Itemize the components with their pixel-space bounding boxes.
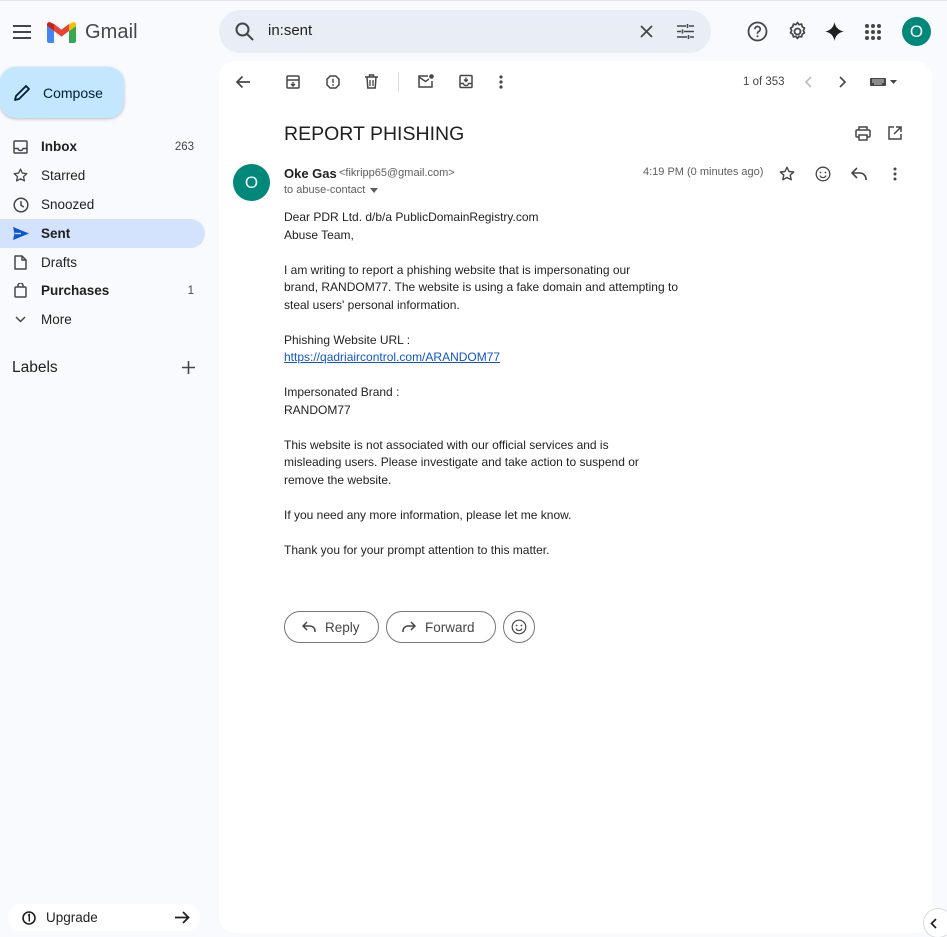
labels-heading: Labels xyxy=(12,359,58,376)
settings-gear-icon[interactable] xyxy=(787,21,808,42)
back-arrow-icon[interactable] xyxy=(235,75,250,89)
move-to-icon[interactable] xyxy=(459,74,473,89)
top-border xyxy=(0,0,947,3)
gmail-logo-icon[interactable] xyxy=(47,22,76,43)
report-spam-icon[interactable] xyxy=(326,75,340,89)
phishing-url-link[interactable]: https://qadriaircontrol.com/ARANDOM77 xyxy=(284,350,500,364)
reply-label: Reply xyxy=(325,619,360,635)
recipient-dropdown-icon[interactable] xyxy=(370,187,379,193)
recipient-text: to abuse-contact xyxy=(284,184,366,196)
body-line: misleading users. Please investigate and… xyxy=(284,455,639,469)
sidebar-item-label: Inbox xyxy=(41,139,77,154)
body-line: Dear PDR Ltd. d/b/a PublicDomainRegistry… xyxy=(284,210,539,224)
reply-icon[interactable] xyxy=(851,167,867,181)
sidebar-item-sent[interactable]: Sent xyxy=(0,219,205,248)
sidebar-item-inbox[interactable]: Inbox 263 xyxy=(0,132,205,161)
body-line: remove the website. xyxy=(284,472,392,487)
star-icon xyxy=(0,168,41,183)
inbox-icon xyxy=(0,139,41,154)
sidebar-item-label: Snoozed xyxy=(41,197,95,212)
search-input[interactable]: in:sent xyxy=(268,22,312,39)
sidebar-item-count: 1 xyxy=(187,284,194,297)
body-line: I am writing to report a phishing websit… xyxy=(284,262,631,277)
newer-chevron-left-icon[interactable] xyxy=(804,76,812,88)
body-line: steal users' personal information. xyxy=(284,297,460,312)
upgrade-label: Upgrade xyxy=(46,910,98,925)
sender-email: <fikripp65@gmail.com> xyxy=(339,167,455,179)
send-icon xyxy=(0,227,41,240)
emoji-smile-icon xyxy=(511,619,527,635)
arrow-right-icon xyxy=(175,911,190,924)
search-options-icon[interactable] xyxy=(677,23,694,40)
emoji-reaction-button[interactable] xyxy=(503,611,535,643)
compose-button[interactable]: Compose xyxy=(0,67,124,118)
upgrade-badge-icon xyxy=(22,910,36,925)
side-panel-toggle[interactable] xyxy=(923,908,947,937)
reply-button[interactable]: Reply xyxy=(284,611,379,643)
reply-arrow-icon xyxy=(302,621,316,633)
forward-label: Forward xyxy=(425,619,475,635)
draft-icon xyxy=(0,255,41,270)
pager-count: 1 of 353 xyxy=(743,76,785,88)
email-body: Dear PDR Ltd. d/b/a PublicDomainRegistry… xyxy=(284,209,704,559)
clear-search-icon[interactable] xyxy=(640,25,653,38)
email-timestamp: 4:19 PM (0 minutes ago) xyxy=(643,166,764,178)
clock-icon xyxy=(0,196,41,213)
sidebar-item-snoozed[interactable]: Snoozed xyxy=(0,190,205,219)
open-new-window-icon[interactable] xyxy=(888,126,902,140)
main-menu-icon[interactable] xyxy=(8,18,36,46)
gemini-sparkle-icon[interactable] xyxy=(825,22,844,41)
chevron-down-icon xyxy=(0,316,41,323)
sidebar-item-label: Starred xyxy=(41,168,86,183)
message-more-vert-icon[interactable] xyxy=(893,167,897,181)
compose-label: Compose xyxy=(43,84,103,101)
sidebar-item-label: Purchases xyxy=(41,283,110,298)
emoji-react-icon[interactable] xyxy=(815,166,831,182)
account-avatar[interactable]: O xyxy=(902,17,931,46)
gmail-wordmark: Gmail xyxy=(85,21,138,43)
print-icon[interactable] xyxy=(855,126,871,141)
upgrade-button[interactable]: Upgrade xyxy=(8,904,200,931)
sender-name[interactable]: Oke Gas xyxy=(284,166,337,181)
sidebar-item-label: More xyxy=(41,312,72,327)
chevron-left-icon xyxy=(929,917,937,929)
sidebar-item-purchases[interactable]: Purchases 1 xyxy=(0,276,205,305)
delete-trash-icon[interactable] xyxy=(365,74,378,89)
help-icon[interactable] xyxy=(747,21,768,42)
mark-unread-icon[interactable] xyxy=(418,74,434,88)
star-icon[interactable] xyxy=(779,166,795,182)
sidebar-item-count: 263 xyxy=(174,140,194,153)
search-icon[interactable] xyxy=(235,22,254,41)
apps-grid-icon[interactable] xyxy=(865,24,881,40)
sidebar-item-starred[interactable]: Starred xyxy=(0,161,205,190)
sidebar-item-drafts[interactable]: Drafts xyxy=(0,248,205,277)
more-vert-icon[interactable] xyxy=(499,75,503,89)
body-line: Thank you for your prompt attention to t… xyxy=(284,542,550,557)
body-line: Impersonated Brand : xyxy=(284,385,400,399)
toolbar-divider xyxy=(398,72,399,92)
pencil-icon xyxy=(13,84,31,102)
body-line: RANDOM77 xyxy=(284,402,351,417)
sidebar-item-label: Sent xyxy=(41,226,71,241)
forward-button[interactable]: Forward xyxy=(386,611,496,643)
sidebar-item-more[interactable]: More xyxy=(0,305,205,334)
body-line: Phishing Website URL : xyxy=(284,332,411,347)
body-line: This website is not associated with our … xyxy=(284,437,609,452)
recipient-line[interactable]: to abuse-contact xyxy=(284,184,379,196)
forward-arrow-icon xyxy=(402,621,416,633)
sidebar-item-label: Drafts xyxy=(41,255,78,270)
add-label-icon[interactable] xyxy=(182,361,195,374)
older-chevron-right-icon[interactable] xyxy=(839,76,847,88)
archive-icon[interactable] xyxy=(286,75,300,89)
shopping-bag-icon xyxy=(0,283,41,298)
sender-avatar[interactable]: O xyxy=(233,164,270,201)
email-subject: REPORT PHISHING xyxy=(284,123,465,145)
body-line: Abuse Team, xyxy=(284,227,354,242)
body-line: brand, RANDOM77. The website is using a … xyxy=(284,280,678,294)
keyboard-input-icon[interactable] xyxy=(870,77,900,87)
body-line: If you need any more information, please… xyxy=(284,507,572,522)
